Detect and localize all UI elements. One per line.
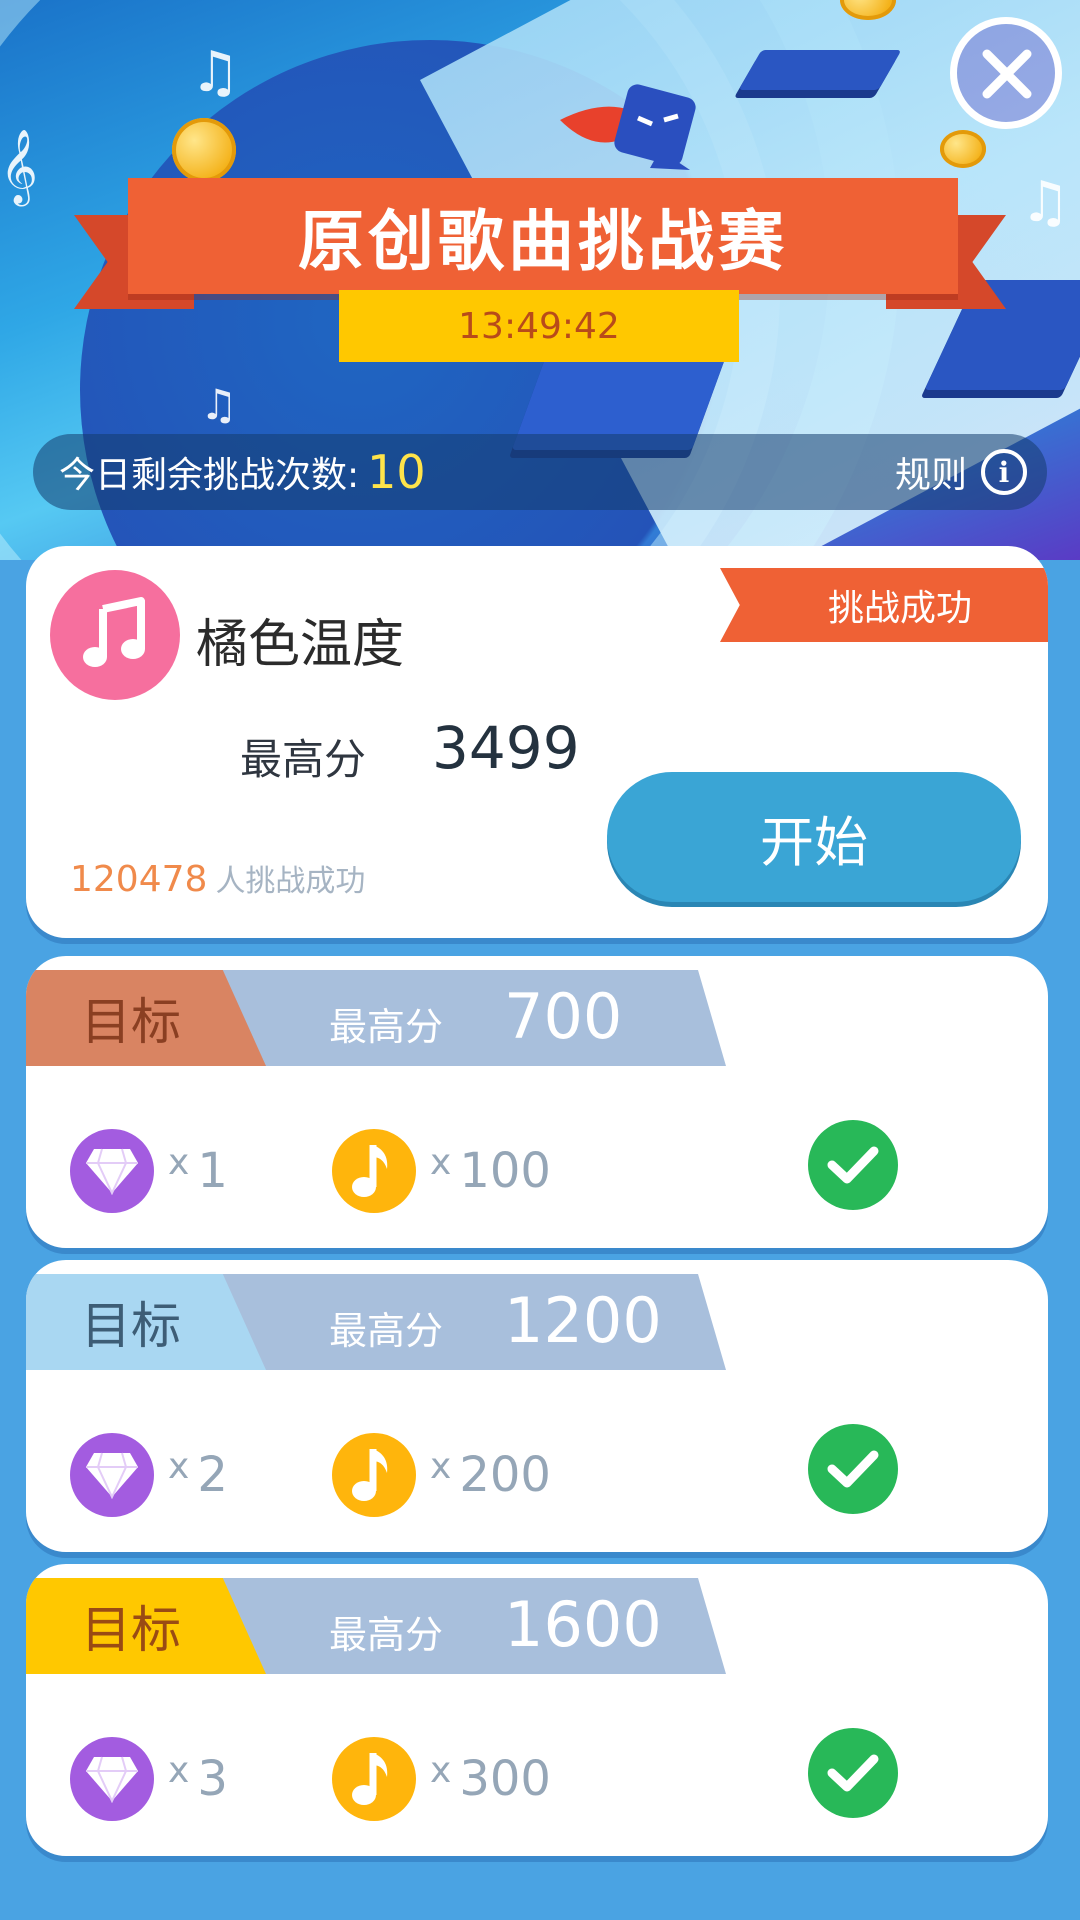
music-note-icon xyxy=(332,1433,416,1517)
decorative-treble-clef-icon: 𝄞 xyxy=(0,130,38,204)
diamond-icon xyxy=(70,1129,154,1213)
goal-score-value: 700 xyxy=(504,980,623,1053)
note-quantity: 300 xyxy=(459,1751,551,1807)
players-stat: 120478 人挑战成功 xyxy=(70,856,365,900)
attempts-label: 今日剩余挑战次数: xyxy=(59,455,360,496)
note-reward: x 300 xyxy=(332,1737,551,1821)
song-title: 橘色温度 xyxy=(196,615,405,675)
decorative-piano-tile xyxy=(738,50,902,90)
note-quantity: 100 xyxy=(459,1143,551,1199)
goal-score-label: 最高分 xyxy=(329,1309,444,1353)
multiply-sign: x xyxy=(168,1749,190,1791)
gem-reward: x 3 xyxy=(70,1737,228,1821)
page-title: 原创歌曲挑战赛 xyxy=(298,203,788,280)
decorative-coin-icon xyxy=(172,118,236,182)
close-button[interactable] xyxy=(950,17,1062,129)
close-icon xyxy=(982,49,1032,99)
players-count: 120478 xyxy=(70,859,208,900)
status-badge: 挑战成功 xyxy=(720,568,1048,642)
note-quantity: 200 xyxy=(459,1447,551,1503)
best-score-value: 3499 xyxy=(432,714,580,782)
best-score-label: 最高分 xyxy=(240,735,367,784)
target-card: 目标 最高分 1200 x 2 x 200 xyxy=(26,1260,1048,1552)
gem-quantity: 2 xyxy=(197,1447,228,1503)
target-card: 目标 最高分 700 x 1 x 100 xyxy=(26,956,1048,1248)
decorative-music-note-icon: ♫ xyxy=(1020,170,1071,235)
multiply-sign: x xyxy=(430,1749,452,1791)
target-card: 目标 最高分 1600 x 3 x 300 xyxy=(26,1564,1048,1856)
start-button[interactable]: 开始 xyxy=(607,772,1021,902)
song-card: 橘色温度 挑战成功 最高分 3499 开始 120478 人挑战成功 xyxy=(26,546,1048,938)
rules-label: 规则 xyxy=(894,455,967,496)
goal-score-value: 1200 xyxy=(504,1284,662,1357)
goal-score-label: 最高分 xyxy=(329,1613,444,1657)
players-text: 人挑战成功 xyxy=(215,864,366,899)
multiply-sign: x xyxy=(168,1141,190,1183)
music-note-icon xyxy=(83,597,145,667)
gem-quantity: 3 xyxy=(197,1751,228,1807)
goal-score-value: 1600 xyxy=(504,1588,662,1661)
music-note-icon xyxy=(332,1737,416,1821)
decorative-coin-icon xyxy=(940,130,986,168)
attempts-bar: 今日剩余挑战次数: 10 规则 i xyxy=(33,434,1047,510)
multiply-sign: x xyxy=(168,1445,190,1487)
ninja-character-icon xyxy=(560,84,696,170)
song-icon xyxy=(50,570,180,700)
note-reward: x 200 xyxy=(332,1433,551,1517)
diamond-icon xyxy=(70,1433,154,1517)
multiply-sign: x xyxy=(430,1141,452,1183)
multiply-sign: x xyxy=(430,1445,452,1487)
goal-score-label: 最高分 xyxy=(329,1005,444,1049)
decorative-music-note-icon: ♫ xyxy=(200,380,238,429)
decorative-music-note-icon: ♫ xyxy=(190,40,241,105)
note-reward: x 100 xyxy=(332,1129,551,1213)
gem-reward: x 2 xyxy=(70,1433,228,1517)
gem-reward: x 1 xyxy=(70,1129,228,1213)
gem-quantity: 1 xyxy=(197,1143,228,1199)
check-icon xyxy=(808,1424,898,1514)
check-icon xyxy=(808,1120,898,1210)
countdown-timer: 13:49:42 xyxy=(339,290,739,362)
info-icon: i xyxy=(981,449,1027,495)
diamond-icon xyxy=(70,1737,154,1821)
music-note-icon xyxy=(332,1129,416,1213)
check-icon xyxy=(808,1728,898,1818)
rules-button[interactable]: 规则 i xyxy=(895,446,1027,498)
attempts-count: 10 xyxy=(367,445,426,499)
title-ribbon: 原创歌曲挑战赛 xyxy=(128,178,958,294)
